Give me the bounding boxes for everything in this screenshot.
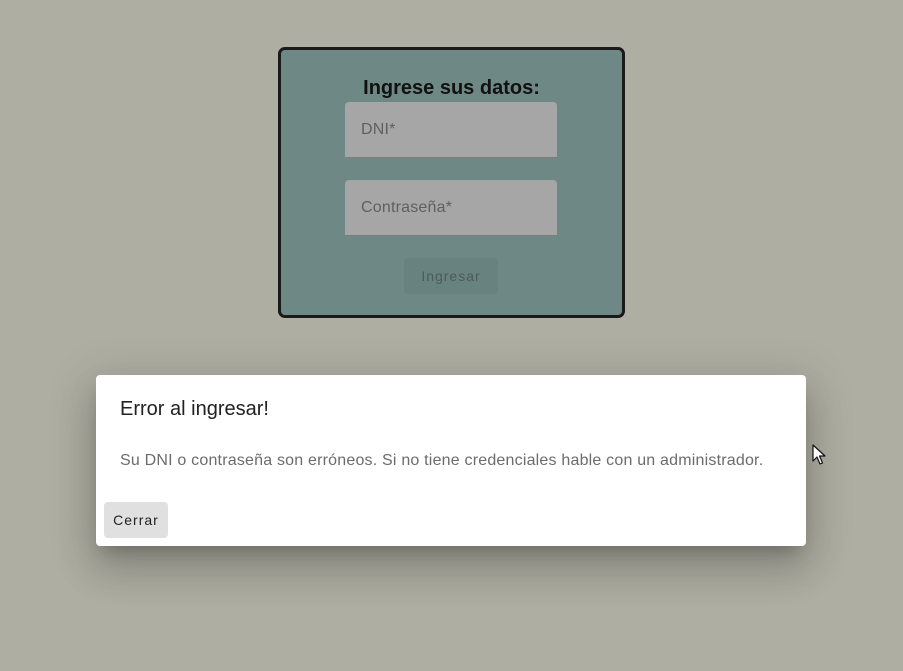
password-field-label: Contraseña* [361, 199, 453, 216]
password-field[interactable]: Contraseña* [345, 180, 557, 236]
dialog-message: Su DNI o contraseña son erróneos. Si no … [120, 452, 764, 469]
dialog-title: Error al ingresar! [120, 398, 269, 420]
dni-field[interactable]: DNI* [345, 102, 557, 158]
close-button[interactable]: Cerrar [104, 502, 168, 538]
login-card: Ingrese sus datos: DNI* Contraseña* Ingr… [278, 47, 625, 318]
mouse-pointer-icon [812, 444, 826, 465]
login-button[interactable]: Ingresar [404, 258, 498, 294]
login-title: Ingrese sus datos: [363, 77, 540, 99]
page: Ingrese sus datos: DNI* Contraseña* Ingr… [0, 0, 903, 671]
dni-field-label: DNI* [361, 121, 396, 138]
error-dialog: Error al ingresar! Su DNI o contraseña s… [96, 375, 806, 546]
